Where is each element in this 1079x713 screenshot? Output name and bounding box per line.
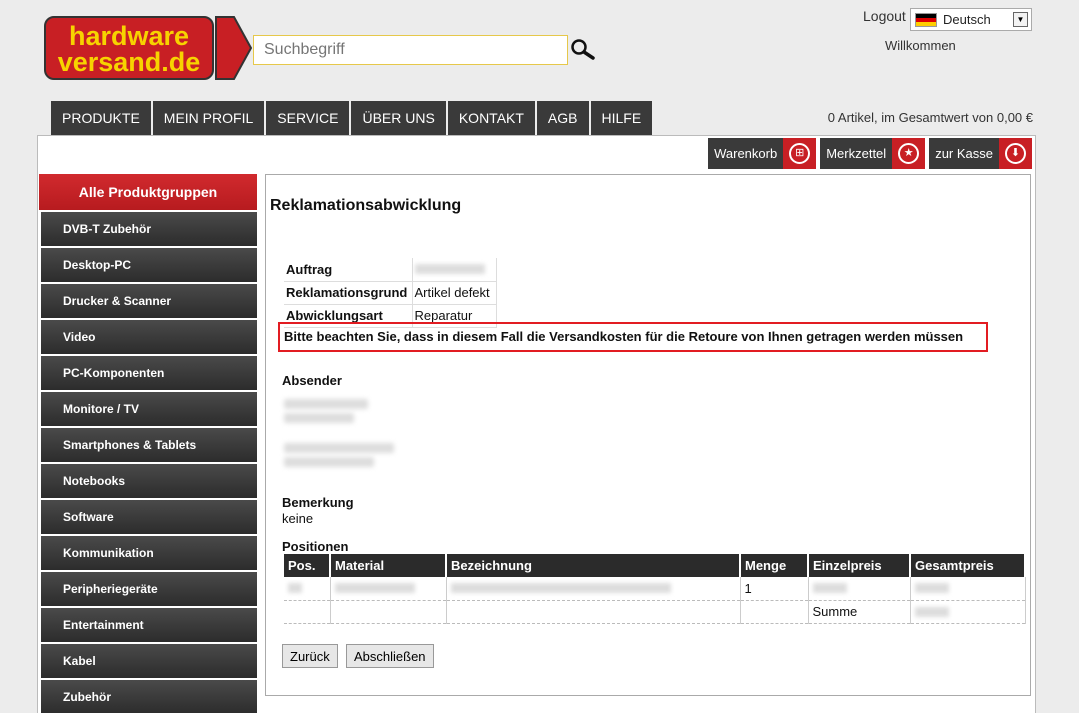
search-input[interactable] [253, 35, 568, 65]
category-monitore-tv[interactable]: Monitore / TV [41, 392, 257, 426]
main-navigation: PRODUKTE MEIN PROFIL SERVICE ÜBER UNS KO… [51, 101, 654, 136]
all-categories-button[interactable]: Alle Produktgruppen [39, 174, 257, 210]
main-container: Warenkorb ⊞ Merkzettel ★ zur Kasse ⬇ All… [37, 135, 1036, 713]
nav-tab-hilfe[interactable]: HILFE [590, 101, 653, 136]
checkout-icon: ⬇ [999, 138, 1032, 169]
column-einzelpreis: Einzelpreis [808, 554, 911, 577]
category-software[interactable]: Software [41, 500, 257, 534]
finish-button[interactable]: Abschließen [346, 644, 434, 668]
column-menge: Menge [740, 554, 809, 577]
welcome-text: Willkommen [885, 38, 956, 53]
dropdown-arrow-icon[interactable]: ▼ [1013, 12, 1028, 27]
category-peripheriegeraete[interactable]: Peripheriegeräte [41, 572, 257, 606]
table-row: Auftrag [284, 258, 497, 282]
language-select[interactable]: Deutsch ▼ [910, 8, 1032, 31]
cart-summary: 0 Artikel, im Gesamtwert von 0,00 € [827, 110, 1033, 125]
quantity-cell: 1 [740, 577, 809, 601]
remark-label: Bemerkung [282, 495, 354, 510]
positions-table: Pos. Material Bezeichnung Menge Einzelpr… [284, 554, 1026, 624]
action-bar: Warenkorb ⊞ Merkzettel ★ zur Kasse ⬇ [704, 138, 1032, 169]
complaint-panel: Reklamationsabwicklung Auftrag Reklamati… [265, 174, 1031, 696]
category-smartphones-tablets[interactable]: Smartphones & Tablets [41, 428, 257, 462]
sender-label: Absender [282, 373, 342, 388]
column-pos: Pos. [284, 554, 331, 577]
pos-cell-redacted [284, 577, 331, 601]
column-material: Material [330, 554, 447, 577]
nav-tab-mein-profil[interactable]: MEIN PROFIL [152, 101, 265, 136]
category-dvbt-zubehoer[interactable]: DVB-T Zubehör [41, 212, 257, 246]
category-zubehoer[interactable]: Zubehör [41, 680, 257, 713]
shipping-cost-notice: Bitte beachten Sie, dass in diesem Fall … [278, 322, 988, 352]
order-label: Auftrag [284, 258, 413, 282]
checkout-button[interactable]: zur Kasse ⬇ [929, 138, 1032, 169]
table-row: Summe [284, 600, 1026, 624]
category-video[interactable]: Video [41, 320, 257, 354]
category-notebooks[interactable]: Notebooks [41, 464, 257, 498]
nav-tab-service[interactable]: SERVICE [266, 101, 350, 136]
column-bezeichnung: Bezeichnung [446, 554, 741, 577]
table-header-row: Pos. Material Bezeichnung Menge Einzelpr… [284, 554, 1026, 577]
star-icon: ★ [892, 138, 926, 169]
table-row: 1 [284, 577, 1026, 601]
category-desktop-pc[interactable]: Desktop-PC [41, 248, 257, 282]
logout-link[interactable]: Logout [863, 8, 906, 24]
nav-tab-produkte[interactable]: PRODUKTE [51, 101, 151, 136]
column-gesamtpreis: Gesamtpreis [910, 554, 1026, 577]
checkout-button-label: zur Kasse [935, 146, 993, 161]
cart-button[interactable]: Warenkorb ⊞ [708, 138, 817, 169]
total-price-cell-redacted [910, 577, 1026, 601]
nav-tab-ueber-uns[interactable]: ÜBER UNS [351, 101, 446, 136]
reason-label: Reklamationsgrund [284, 281, 413, 305]
nav-tab-kontakt[interactable]: KONTAKT [447, 101, 535, 136]
unit-price-cell-redacted [808, 577, 911, 601]
sum-label: Summe [808, 600, 911, 624]
wishlist-button[interactable]: Merkzettel ★ [820, 138, 926, 169]
order-value-redacted [412, 258, 497, 282]
category-entertainment[interactable]: Entertainment [41, 608, 257, 642]
wishlist-button-label: Merkzettel [826, 146, 887, 161]
complaint-info-table: Auftrag Reklamationsgrund Artikel defekt… [284, 258, 497, 328]
german-flag-icon [915, 12, 937, 27]
nav-tab-agb[interactable]: AGB [536, 101, 589, 136]
remark-value: keine [282, 511, 314, 526]
category-pc-komponenten[interactable]: PC-Komponenten [41, 356, 257, 390]
hardwareversand-logo[interactable]: hardware versand.de [44, 16, 252, 80]
page-title: Reklamationsabwicklung [270, 197, 462, 214]
category-kabel[interactable]: Kabel [41, 644, 257, 678]
category-sidebar: Alle Produktgruppen DVB-T Zubehör Deskto… [39, 174, 257, 713]
back-button[interactable]: Zurück [282, 644, 338, 668]
material-cell-redacted [330, 577, 447, 601]
positions-label: Positionen [282, 539, 349, 554]
reason-value: Artikel defekt [412, 281, 497, 305]
search-icon[interactable] [570, 38, 596, 60]
description-cell-redacted [446, 577, 741, 601]
category-drucker-scanner[interactable]: Drucker & Scanner [41, 284, 257, 318]
sum-value-redacted [910, 600, 1026, 624]
logo-text-line2: versand.de [58, 47, 201, 77]
table-row: Reklamationsgrund Artikel defekt [284, 281, 497, 305]
category-kommunikation[interactable]: Kommunikation [41, 536, 257, 570]
cart-button-label: Warenkorb [714, 146, 778, 161]
basket-icon: ⊞ [783, 138, 817, 169]
language-label: Deutsch [943, 12, 991, 27]
